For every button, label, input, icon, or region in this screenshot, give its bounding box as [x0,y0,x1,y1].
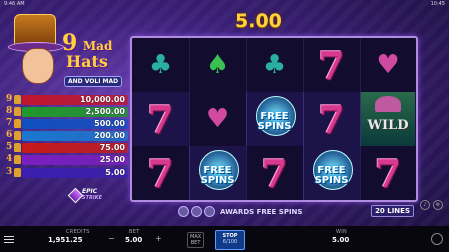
symbol-wild: WILD [360,92,416,146]
control-bar: CREDITS 1,951.25 − BET 5.00 + MAX BET STO… [0,226,449,252]
logo-word-hats: Hats [66,52,108,71]
scatter-icon [178,206,189,217]
bet-label: BET [129,229,140,235]
credits-value: 1,951.25 [48,236,83,244]
win-amount: 5.00 [235,10,282,32]
symbol-free-spins: FREE SPINS [303,146,360,200]
mushroom-icon [375,96,401,112]
symbol-seven: 7 [303,38,360,92]
hat-count: 6 [6,130,13,141]
scatter-icon [191,206,202,217]
reel-grid: ♣ 7 7 ♠ ♥ FREE SPINS ♣ FREE SPINS 7 7 7 FR… [130,36,418,202]
hat-icon [14,131,21,141]
symbol-free-spins: FREE SPINS [246,92,303,146]
epic-label: EPIC [82,188,98,195]
bet-increase-button[interactable]: + [155,234,162,243]
symbol-heart: ♥ [360,38,416,92]
win-label: WIN [336,229,348,235]
sound-icon[interactable]: ♪ [420,200,430,210]
hat-count: 4 [6,154,13,165]
pay-value: 5.00 [105,167,125,177]
pay-value: 25.00 [99,155,125,165]
symbol-spade: ♠ [189,38,246,92]
paytable-row: 3 5.00 [4,167,128,179]
hat-icon [14,167,21,177]
paytable-row: 6 200.00 [4,130,128,142]
symbol-club: ♣ [246,38,303,92]
awards-info: AWARDS FREE SPINS [178,206,302,217]
symbol-seven: 7 [147,96,174,142]
status-bar: 9:46 AM 10:45 [0,0,449,8]
menu-icon[interactable] [4,234,14,245]
symbol-seven: 7 [318,96,345,142]
paytable-row: 7 500.00 [4,118,128,130]
pay-value: 10,000.00 [79,95,125,104]
settings-icon[interactable]: ⚙ [433,200,443,210]
hat-count: 9 [6,94,13,104]
symbol-seven: 7 [132,146,189,200]
reel-5: ♥ WILD 7 [360,38,416,200]
scatter-icon [204,206,215,217]
reel-1: ♣ 7 7 [132,38,190,200]
hat-icon [14,155,21,165]
paytable-row: 5 75.00 [4,142,128,154]
symbol-seven: 7 [360,146,416,200]
symbol-seven: 7 [246,146,303,200]
side-icons: ♪ ⚙ [420,200,443,210]
paytable-row: 8 2,500.00 [4,106,128,118]
game-logo: 9 Mad Hats AND VOLI MAD [8,14,130,94]
paytable-row: 4 25.00 [4,154,128,166]
fast-spin-icon[interactable] [431,233,443,245]
hat-count: 3 [6,166,13,177]
mad-hatter-face [22,48,54,84]
logo-word-mad: Mad [82,39,113,53]
hat-icon [14,119,21,129]
hat-count: 7 [6,118,13,129]
reel-2: ♠ ♥ FREE SPINS [189,38,247,200]
pay-value: 500.00 [94,119,125,129]
logo-subtitle: AND VOLI MAD [64,76,123,87]
reel-4: 7 7 FREE SPINS [303,38,361,200]
bet-value: 5.00 [125,236,143,244]
epic-strike-badge: EPIC STRIKE [67,187,120,204]
symbol-club: ♣ [132,38,189,92]
max-bet-button[interactable]: MAX BET [187,232,205,248]
symbol-heart: ♥ [189,92,246,146]
paytable: 9 10,000.00 8 2,500.00 7 500.00 6 200.00 5 75.00 4… [4,94,128,179]
paytable-row: 9 10,000.00 [4,94,128,106]
pay-value: 200.00 [94,131,125,141]
hat-icon [14,107,21,117]
strike-label: STRIKE [82,195,103,201]
credits-label: CREDITS [66,229,90,235]
pay-value: 75.00 [99,143,125,153]
hat-count: 5 [6,142,13,153]
status-clock: 10:45 [430,1,445,7]
autoplay-count: 6/100 [222,239,238,245]
hat-icon [14,143,21,153]
logo-title: 9 Mad Hats [62,32,112,70]
lines-badge: 20 LINES [371,205,414,217]
pay-value: 2,500.00 [85,107,125,117]
diamond-icon [67,187,84,204]
symbol-free-spins: FREE SPINS [189,146,246,200]
hat-count: 8 [6,106,13,117]
status-left: 9:46 AM [4,1,25,7]
awards-text: AWARDS FREE SPINS [220,207,303,216]
stop-autoplay-button[interactable]: STOP 6/100 [215,230,245,250]
win-value: 5.00 [332,236,350,244]
reel-3: ♣ FREE SPINS 7 [246,38,304,200]
bet-decrease-button[interactable]: − [108,234,115,243]
hat-icon [14,95,21,104]
